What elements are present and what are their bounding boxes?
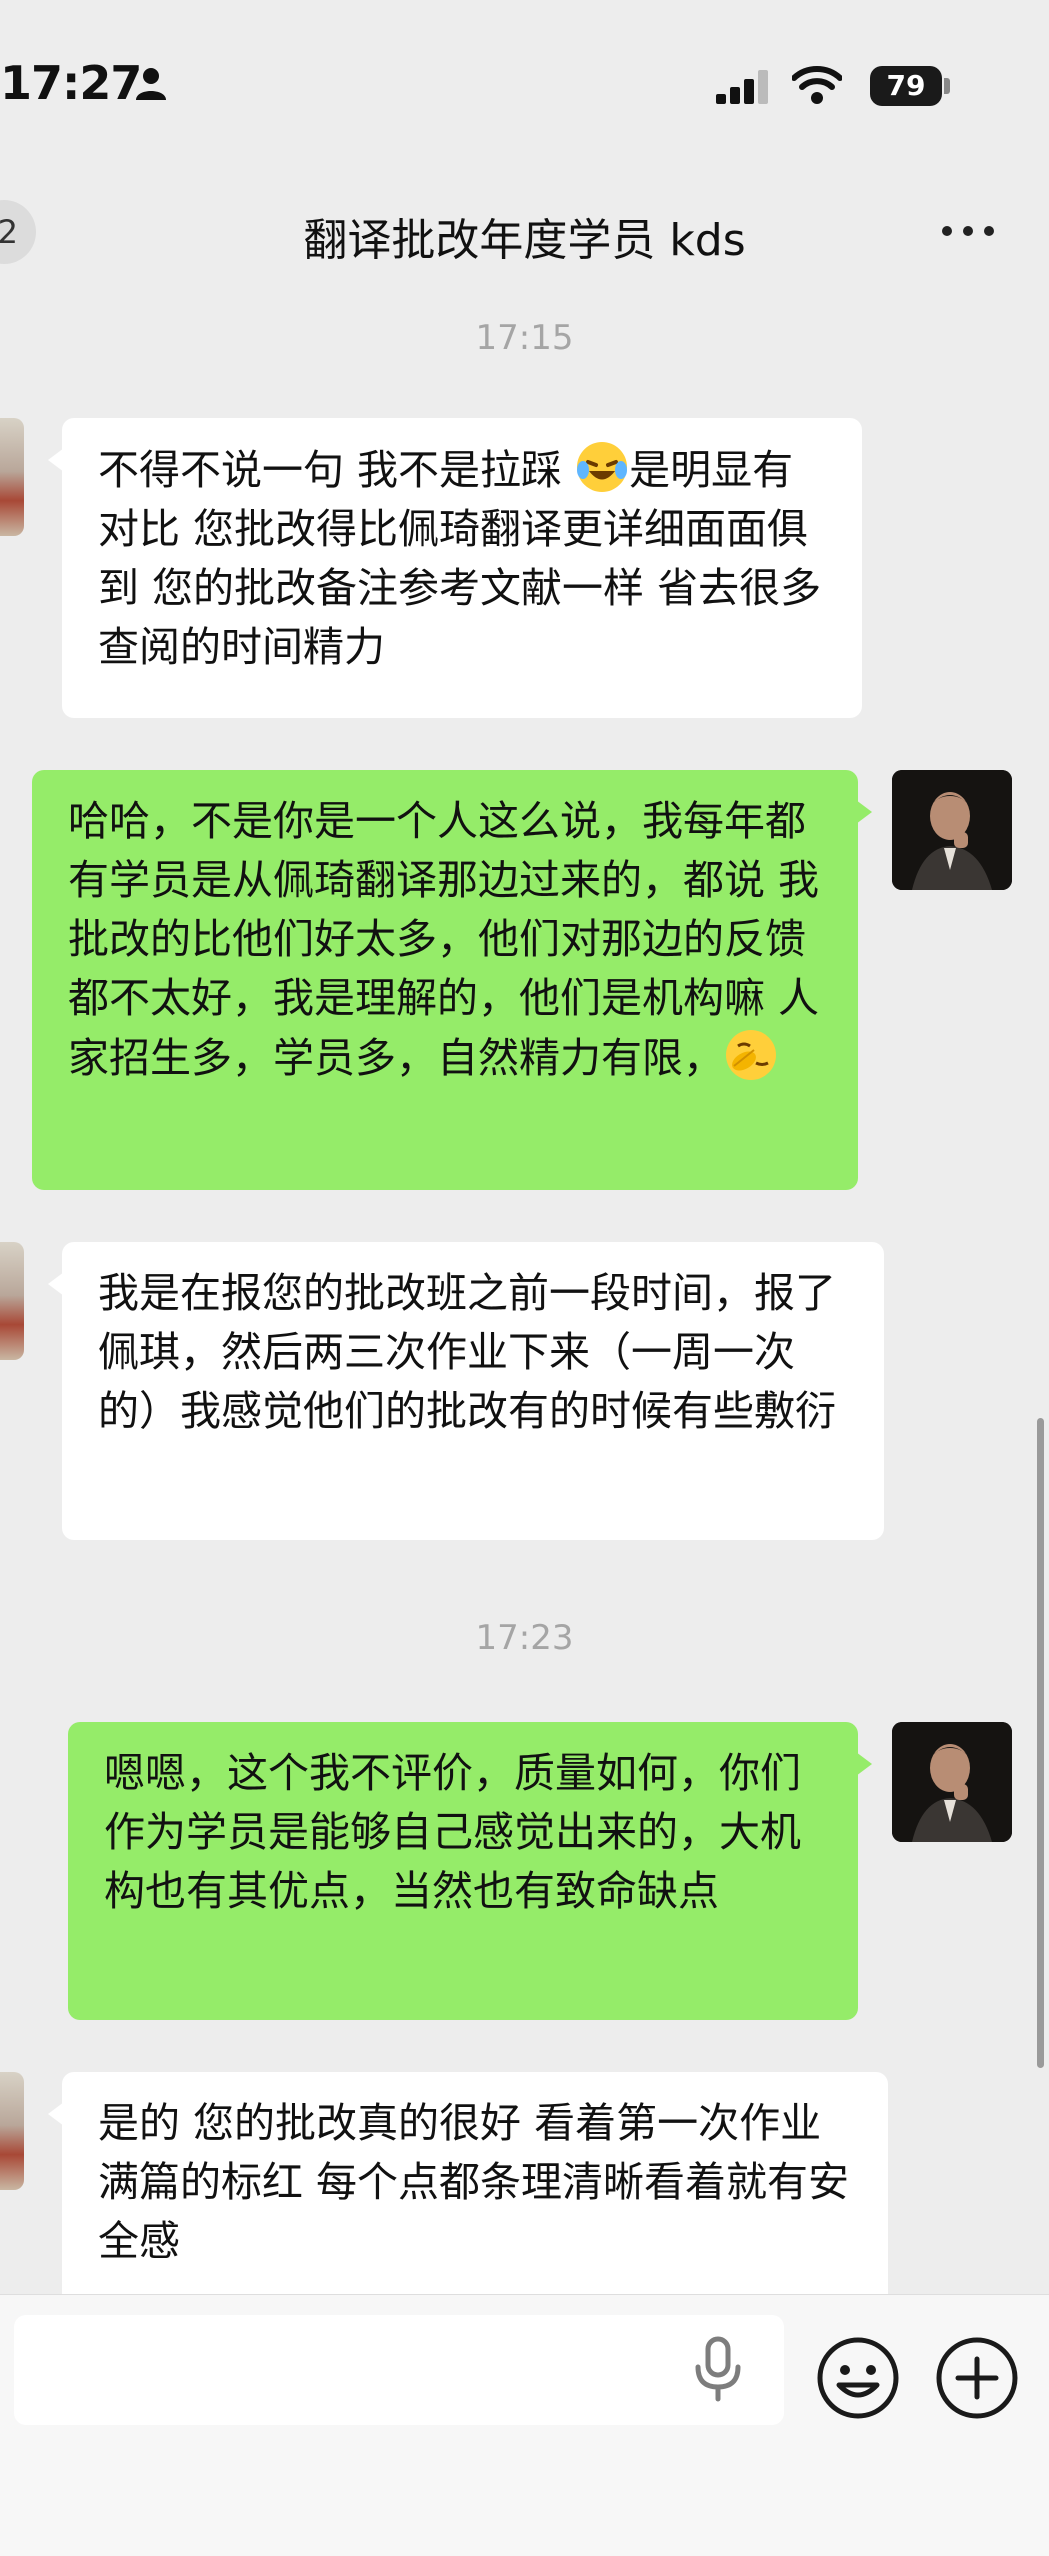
chat-scrollbar[interactable] xyxy=(1037,1418,1044,2068)
person-icon xyxy=(136,68,166,100)
timestamp: 17:15 xyxy=(475,318,574,358)
message-bubble-sent[interactable]: 哈哈，不是你是一个人这么说，我每年都有学员是从佩琦翻译那边过来的，都说 我批改的… xyxy=(32,770,872,1190)
contact-avatar[interactable] xyxy=(0,1242,24,1360)
plus-icon[interactable] xyxy=(934,2335,1020,2421)
message-bubble-sent[interactable]: 嗯嗯，这个我不评价，质量如何，你们作为学员是能够自己感觉出来的，大机构也有其优点… xyxy=(68,1722,872,2020)
emoji-icon[interactable] xyxy=(815,2335,901,2421)
microphone-icon[interactable] xyxy=(690,2335,746,2405)
contact-avatar[interactable] xyxy=(0,2072,24,2190)
status-time: 17:27 xyxy=(0,56,142,110)
message-text: 是的 您的批改真的很好 看着第一次作业满篇的标红 每个点都条理清晰看着就有安全感 xyxy=(98,2099,850,2265)
message-text: 我是在报您的批改班之前一段时间，报了佩琪，然后两三次作业下来（一周一次的）我感觉… xyxy=(98,1269,836,1435)
person-photo xyxy=(892,1722,1012,1842)
laughing-crying-emoji xyxy=(577,442,628,492)
message-text: 嗯嗯，这个我不评价，质量如何，你们作为学员是能够自己感觉出来的，大机构也有其优点… xyxy=(104,1749,801,1915)
person-photo xyxy=(892,770,1012,890)
wifi-icon xyxy=(792,66,842,104)
message-bubble-received[interactable]: 是的 您的批改真的很好 看着第一次作业满篇的标红 每个点都条理清晰看着就有安全感 xyxy=(48,2072,888,2312)
message-text: 不得不说一句 我不是拉踩 xyxy=(98,446,576,494)
message-text: 哈哈，不是你是一个人这么说，我每年都有学员是从佩琦翻译那边过来的，都说 我批改的… xyxy=(68,797,820,1082)
contact-avatar[interactable] xyxy=(0,418,24,536)
cellular-signal-icon xyxy=(716,70,768,104)
my-avatar[interactable] xyxy=(892,1722,1012,1842)
input-bar xyxy=(0,2294,1049,2556)
battery-icon: 79 xyxy=(870,66,942,106)
more-dots-icon[interactable] xyxy=(940,220,996,240)
my-avatar[interactable] xyxy=(892,770,1012,890)
message-input[interactable] xyxy=(14,2315,784,2425)
timestamp: 17:23 xyxy=(475,1618,574,1658)
facepalm-emoji xyxy=(726,1030,776,1080)
message-bubble-received[interactable]: 我是在报您的批改班之前一段时间，报了佩琪，然后两三次作业下来（一周一次的）我感觉… xyxy=(48,1242,884,1540)
message-bubble-received[interactable]: 不得不说一句 我不是拉踩 是明显有对比 您批改得比佩琦翻译更详细面面俱到 您的批… xyxy=(48,418,862,718)
battery-cap xyxy=(944,78,950,94)
chat-header: 2 翻译批改年度学员 kds xyxy=(0,170,1049,290)
status-bar: 17:27 79 xyxy=(0,0,1049,170)
chat-title: 翻译批改年度学员 kds xyxy=(303,215,746,266)
